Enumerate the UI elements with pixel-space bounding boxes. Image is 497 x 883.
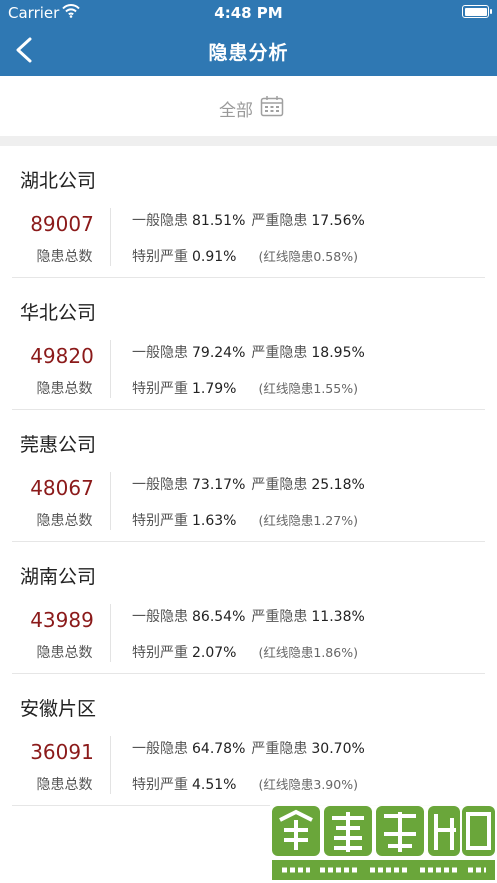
stat-row-primary: 一般隐患 64.78% 严重隐患 30.70%: [132, 738, 371, 758]
general-label: 一般隐患: [132, 609, 188, 625]
total-count: 89007: [30, 212, 94, 236]
vertical-divider: [110, 736, 111, 794]
battery-icon: [462, 5, 492, 18]
company-card[interactable]: 湖南公司 43989 隐患总数 一般隐患 86.54% 严重隐患 11.38% 特别严…: [12, 542, 485, 674]
serious-value: 30.70%: [311, 741, 365, 757]
general-label: 一般隐患: [132, 213, 188, 229]
general-value: 64.78%: [192, 741, 246, 757]
special-label: 特别严重: [132, 249, 188, 265]
company-list: 湖北公司 89007 隐患总数 一般隐患 81.51% 严重隐患 17.56% 特别严…: [0, 146, 497, 806]
redline-value: (红线隐患1.86%): [258, 645, 358, 660]
general-label: 一般隐患: [132, 477, 188, 493]
stat-row-primary: 一般隐患 73.17% 严重隐患 25.18%: [132, 474, 371, 494]
stat-row-secondary: 特别严重 1.63% (红线隐患1.27%): [132, 510, 358, 530]
status-bar: Carrier 4:48 PM: [0, 0, 497, 26]
total-label: 隐患总数: [36, 249, 93, 265]
stat-row-secondary: 特别严重 2.07% (红线隐患1.86%): [132, 642, 358, 662]
app-header: Carrier 4:48 PM 隐患分析: [0, 0, 497, 76]
serious-label: 严重隐患: [251, 609, 308, 625]
total-label: 隐患总数: [36, 381, 93, 397]
special-value: 1.79%: [192, 381, 237, 397]
company-card[interactable]: 莞惠公司 48067 隐患总数 一般隐患 73.17% 严重隐患 25.18% 特别严…: [12, 410, 485, 542]
special-value: 2.07%: [192, 645, 237, 661]
total-label: 隐患总数: [36, 777, 93, 793]
general-value: 81.51%: [192, 213, 246, 229]
company-card[interactable]: 华北公司 49820 隐患总数 一般隐患 79.24% 严重隐患 18.95% 特别严…: [12, 278, 485, 410]
stat-row-primary: 一般隐患 79.24% 严重隐患 18.95%: [132, 342, 371, 362]
special-label: 特别严重: [132, 513, 188, 529]
vertical-divider: [110, 604, 111, 662]
redline-value: (红线隐患1.55%): [258, 381, 358, 396]
general-value: 73.17%: [192, 477, 246, 493]
status-time: 4:48 PM: [214, 4, 283, 22]
serious-label: 严重隐患: [251, 741, 308, 757]
company-card[interactable]: 湖北公司 89007 隐患总数 一般隐患 81.51% 严重隐患 17.56% 特别严…: [12, 146, 485, 278]
general-label: 一般隐患: [132, 345, 188, 361]
company-name: 华北公司: [20, 302, 97, 324]
redline-value: (红线隐患1.27%): [258, 513, 358, 528]
redline-value: (红线隐患3.90%): [258, 777, 358, 792]
redline-value: (红线隐患0.58%): [258, 249, 358, 264]
filter-label[interactable]: 全部: [219, 96, 253, 121]
general-value: 86.54%: [192, 609, 246, 625]
stat-row-secondary: 特别严重 0.91% (红线隐患0.58%): [132, 246, 358, 266]
total-label: 隐患总数: [36, 645, 93, 661]
total-count: 43989: [30, 608, 94, 632]
page-title: 隐患分析: [208, 42, 289, 64]
section-divider: [0, 136, 497, 146]
total-count: 36091: [30, 740, 94, 764]
company-name: 湖北公司: [20, 170, 97, 192]
company-name: 莞惠公司: [20, 434, 97, 456]
serious-value: 18.95%: [311, 345, 365, 361]
vertical-divider: [110, 208, 111, 266]
company-name: 湖南公司: [20, 566, 97, 588]
stat-row-secondary: 特别严重 1.79% (红线隐患1.55%): [132, 378, 358, 398]
serious-value: 25.18%: [311, 477, 365, 493]
stat-row-primary: 一般隐患 81.51% 严重隐患 17.56%: [132, 210, 371, 230]
special-label: 特别严重: [132, 777, 188, 793]
stat-row-secondary: 特别严重 4.51% (红线隐患3.90%): [132, 774, 358, 794]
site-watermark-logo: [270, 800, 497, 883]
special-value: 0.91%: [192, 249, 237, 265]
serious-value: 11.38%: [311, 609, 365, 625]
company-card[interactable]: 安徽片区 36091 隐患总数 一般隐患 64.78% 严重隐患 30.70% 特别严…: [12, 674, 485, 806]
special-label: 特别严重: [132, 381, 188, 397]
serious-label: 严重隐患: [251, 477, 308, 493]
vertical-divider: [110, 340, 111, 398]
serious-label: 严重隐患: [251, 213, 308, 229]
general-label: 一般隐患: [132, 741, 188, 757]
special-value: 4.51%: [192, 777, 237, 793]
stat-row-primary: 一般隐患 86.54% 严重隐患 11.38%: [132, 606, 371, 626]
special-label: 特别严重: [132, 645, 188, 661]
total-count: 49820: [30, 344, 94, 368]
serious-label: 严重隐患: [251, 345, 308, 361]
total-count: 48067: [30, 476, 94, 500]
calendar-icon[interactable]: [260, 95, 284, 117]
vertical-divider: [110, 472, 111, 530]
company-name: 安徽片区: [20, 698, 97, 720]
special-value: 1.63%: [192, 513, 237, 529]
general-value: 79.24%: [192, 345, 246, 361]
serious-value: 17.56%: [311, 213, 365, 229]
total-label: 隐患总数: [36, 513, 93, 529]
